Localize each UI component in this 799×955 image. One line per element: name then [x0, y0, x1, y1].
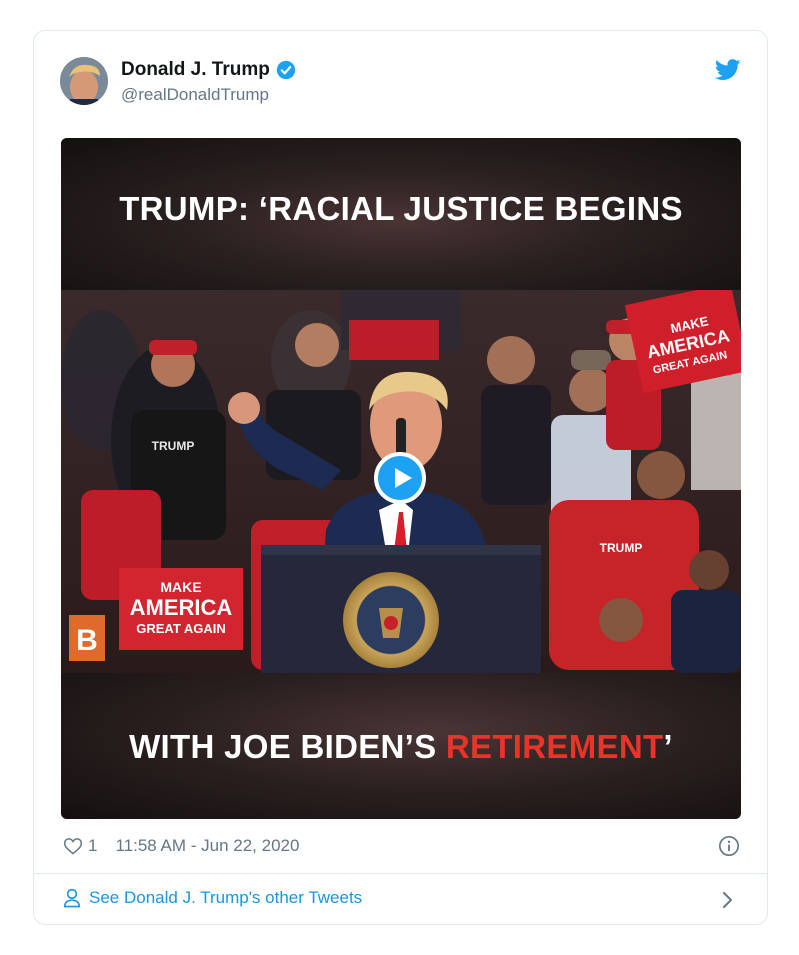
play-icon[interactable] [374, 452, 426, 504]
avatar[interactable] [60, 57, 108, 105]
see-other-tweets-label[interactable]: See Donald J. Trump's other Tweets [89, 888, 362, 908]
see-other-tweets-link[interactable]: See Donald J. Trump's other Tweets [63, 888, 362, 908]
tweet-timestamp[interactable]: 11:58 AM - Jun 22, 2020 [115, 836, 299, 856]
caption-top: TRUMP: ‘RACIAL JUSTICE BEGINS [119, 190, 683, 227]
footer-divider [34, 873, 767, 874]
caption-bottom-red: RETIREMENT [445, 728, 664, 765]
twitter-bird-icon[interactable] [715, 59, 741, 81]
tweet-card[interactable]: Donald J. Trump @realDonaldTrump TRUMP: … [33, 30, 768, 925]
heart-icon[interactable] [63, 836, 83, 856]
caption-bottom-end: ’ [663, 728, 673, 765]
shirt-text-left: TRUMP [152, 439, 195, 453]
caption-bottom: WITH JOE BIDEN’S RETIREMENT’ [61, 728, 741, 766]
user-icon [63, 888, 81, 908]
info-icon[interactable] [718, 835, 740, 857]
crowd-sign-left-line1: MAKE [160, 579, 201, 595]
shirt-text-right: TRUMP [600, 541, 643, 555]
video-media[interactable]: TRUMP: ‘RACIAL JUSTICE BEGINS MAKE AMERI… [61, 138, 741, 819]
caption-bottom-white: WITH JOE BIDEN’S [129, 728, 446, 765]
crowd-sign-left-line2: AMERICA [130, 595, 233, 620]
crowd-sign-left-line3: GREAT AGAIN [136, 621, 226, 636]
brand-badge: B [76, 624, 98, 657]
verified-badge-icon [276, 60, 296, 80]
chevron-right-icon[interactable] [721, 889, 735, 911]
like-count[interactable]: 1 [88, 836, 97, 856]
author-name[interactable]: Donald J. Trump [121, 59, 270, 81]
author-handle[interactable]: @realDonaldTrump [121, 85, 269, 105]
